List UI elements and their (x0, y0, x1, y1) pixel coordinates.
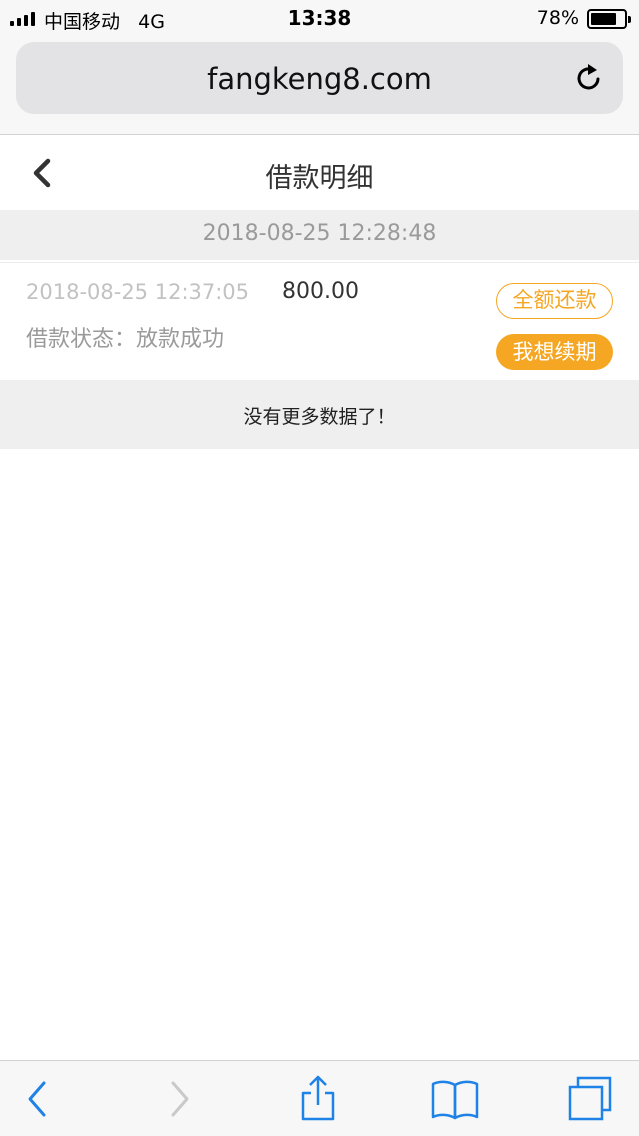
no-more-data-text: 没有更多数据了！ (243, 406, 396, 428)
browser-back-icon[interactable] (24, 1077, 50, 1121)
loan-status-value: 放款成功 (136, 327, 225, 352)
tabs-icon[interactable] (566, 1075, 614, 1123)
loan-time: 2018-08-25 12:37:05 (26, 280, 250, 304)
page-title: 借款明细 (265, 163, 374, 194)
renew-loan-button[interactable]: 我想续期 (496, 334, 613, 370)
loan-date-header: 2018-08-25 12:28:48 (0, 210, 639, 260)
share-icon[interactable] (298, 1073, 338, 1123)
list-end-notice: 没有更多数据了！ (0, 380, 639, 449)
loan-status: 借款状态：放款成功 (26, 321, 224, 353)
page-header: 借款明细 (0, 136, 639, 210)
loan-amount: 800.00 (282, 279, 359, 304)
loan-status-label: 借款状态： (26, 327, 137, 352)
full-repayment-button[interactable]: 全额还款 (496, 283, 613, 319)
browser-toolbar (0, 1060, 639, 1136)
address-bar[interactable]: fangkeng8.com (16, 42, 623, 114)
status-bar: 中国移动 4G 13:38 78% (0, 0, 639, 40)
bookmarks-icon[interactable] (430, 1077, 480, 1121)
loan-record-row: 2018-08-25 12:37:05 800.00 借款状态：放款成功 全额还… (0, 262, 639, 380)
battery-percent: 78% (536, 7, 579, 29)
reload-icon[interactable] (573, 62, 605, 94)
battery-icon (587, 9, 631, 29)
browser-forward-icon[interactable] (167, 1077, 193, 1121)
loan-date-text: 2018-08-25 12:28:48 (202, 221, 437, 246)
battery-fill (591, 13, 616, 25)
browser-address-area: fangkeng8.com (0, 40, 639, 135)
url-text[interactable]: fangkeng8.com (16, 62, 623, 96)
